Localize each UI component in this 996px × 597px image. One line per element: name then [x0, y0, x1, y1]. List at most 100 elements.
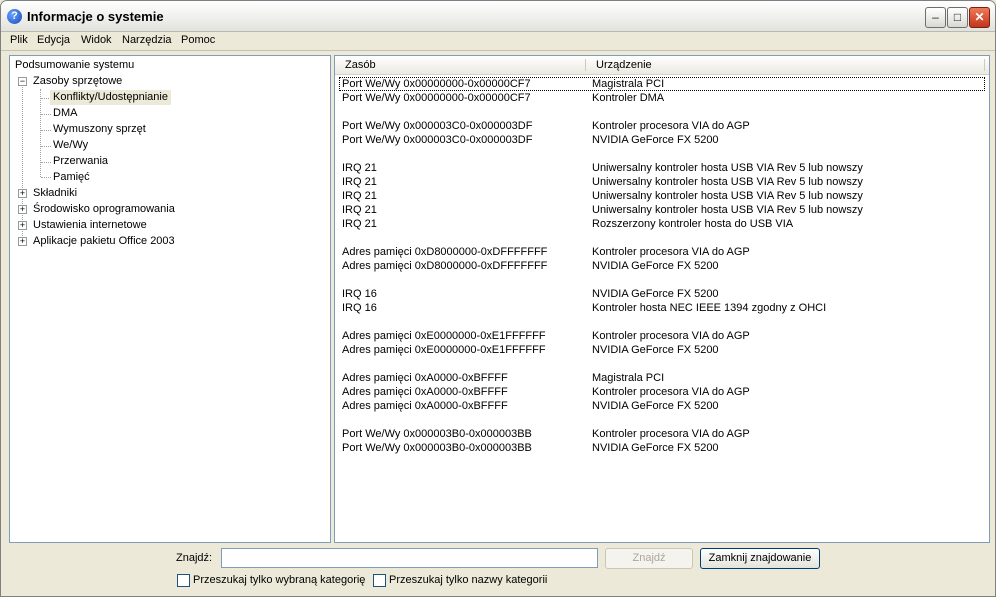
list-spacer-row[interactable]	[335, 231, 989, 245]
list-spacer-row[interactable]	[335, 413, 989, 427]
resource-cell: IRQ 21	[342, 190, 377, 202]
list-row[interactable]: Port We/Wy 0x00000000-0x00000CF7 Kontrole…	[335, 91, 989, 105]
resource-cell: Port We/Wy 0x000003B0-0x000003BB	[342, 442, 532, 454]
list-row[interactable]: Adres pamięci 0xA0000-0xBFFFF Kontroler p…	[335, 385, 989, 399]
menu-edycja[interactable]: Edycja	[37, 34, 70, 46]
list-row[interactable]: Adres pamięci 0xA0000-0xBFFFF NVIDIA GeFo…	[335, 399, 989, 413]
device-cell: Kontroler hosta NEC IEEE 1394 zgodny z O…	[592, 302, 827, 314]
list-header: Zasób Urządzenie	[335, 56, 989, 75]
resource-cell: Port We/Wy 0x000003C0-0x000003DF	[342, 134, 533, 146]
checkbox-label: Przeszukaj tylko nazwy kategorii	[389, 574, 548, 586]
list-row[interactable]: IRQ 16 NVIDIA GeForce FX 5200	[335, 287, 989, 301]
list-row[interactable]: Adres pamięci 0xE0000000-0xE1FFFFFF Kontr…	[335, 329, 989, 343]
resource-cell: Adres pamięci 0xD8000000-0xDFFFFFFF	[342, 246, 548, 258]
resource-cell: Adres pamięci 0xA0000-0xBFFFF	[342, 400, 508, 412]
list-row[interactable]: Adres pamięci 0xD8000000-0xDFFFFFFF Kontr…	[335, 245, 989, 259]
find-label: Znajdź:	[176, 552, 213, 564]
tree-item-system-summary[interactable]: Podsumowanie systemu	[15, 58, 134, 73]
list-row[interactable]: IRQ 21 Uniwersalny kontroler hosta USB VI…	[335, 175, 989, 189]
device-cell: Uniwersalny kontroler hosta USB VIA Rev …	[592, 176, 863, 188]
list-spacer-row[interactable]	[335, 273, 989, 287]
expand-icon[interactable]: +	[18, 221, 27, 230]
tree-connector	[41, 130, 51, 131]
details-list[interactable]: Zasób Urządzenie Port We/Wy 0x00000000-0…	[334, 55, 990, 543]
tree-connector	[41, 162, 51, 163]
close-button[interactable]: ✕	[969, 7, 990, 28]
device-cell: Kontroler procesora VIA do AGP	[592, 120, 750, 132]
resource-cell: Adres pamięci 0xE0000000-0xE1FFFFFF	[342, 344, 546, 356]
device-cell: Magistrala PCI	[592, 372, 665, 384]
device-cell: Kontroler procesora VIA do AGP	[592, 386, 750, 398]
tree-item-hardware-resources[interactable]: Zasoby sprzętowe	[33, 74, 122, 89]
tree-item-office-apps[interactable]: Aplikacje pakietu Office 2003	[33, 234, 175, 249]
tree-item-io[interactable]: We/Wy	[53, 138, 88, 153]
list-row[interactable]: Adres pamięci 0xA0000-0xBFFFF Magistrala …	[335, 371, 989, 385]
category-tree[interactable]: Podsumowanie systemu − Zasoby sprzętowe …	[9, 55, 331, 543]
column-separator[interactable]	[984, 59, 985, 71]
list-row[interactable]: Port We/Wy 0x000003C0-0x000003DF Kontrole…	[335, 119, 989, 133]
menu-bar: Plik Edycja Widok Narzędzia Pomoc	[1, 31, 995, 51]
list-row[interactable]: Adres pamięci 0xD8000000-0xDFFFFFFF NVIDI…	[335, 259, 989, 273]
resource-cell: IRQ 21	[342, 176, 377, 188]
expand-icon[interactable]: +	[18, 189, 27, 198]
help-question-icon: ?	[7, 9, 22, 24]
device-cell: Uniwersalny kontroler hosta USB VIA Rev …	[592, 162, 863, 174]
column-header-resource[interactable]: Zasób	[345, 59, 376, 71]
expand-icon[interactable]: +	[18, 237, 27, 246]
tree-connector	[41, 114, 51, 115]
device-cell: NVIDIA GeForce FX 5200	[592, 134, 719, 146]
menu-narzedzia[interactable]: Narzędzia	[122, 34, 172, 46]
close-find-button[interactable]: Zamknij znajdowanie	[700, 548, 820, 569]
resource-cell: IRQ 21	[342, 218, 377, 230]
menu-widok[interactable]: Widok	[81, 34, 112, 46]
collapse-icon[interactable]: −	[18, 77, 27, 86]
list-row[interactable]: Port We/Wy 0x000003B0-0x000003BB Kontrole…	[335, 427, 989, 441]
device-cell: NVIDIA GeForce FX 5200	[592, 260, 719, 272]
tree-item-forced-hardware[interactable]: Wymuszony sprzęt	[53, 122, 146, 137]
list-row[interactable]: Port We/Wy 0x000003B0-0x000003BB NVIDIA G…	[335, 441, 989, 455]
list-row[interactable]: IRQ 21 Uniwersalny kontroler hosta USB VI…	[335, 161, 989, 175]
resource-cell: IRQ 16	[342, 288, 377, 300]
tree-item-conflicts-sharing[interactable]: Konflikty/Udostępnianie	[50, 90, 171, 105]
system-information-window: ? Informacje o systemie – □ ✕ Plik Edycj…	[0, 0, 996, 597]
list-row[interactable]: Port We/Wy 0x00000000-0x00000CF7 Magistra…	[339, 77, 985, 91]
tree-item-internet-settings[interactable]: Ustawienia internetowe	[33, 218, 147, 233]
device-cell: NVIDIA GeForce FX 5200	[592, 344, 719, 356]
list-spacer-row[interactable]	[335, 147, 989, 161]
device-cell: NVIDIA GeForce FX 5200	[592, 400, 719, 412]
checkbox-box[interactable]	[373, 574, 386, 587]
device-cell: Magistrala PCI	[592, 78, 665, 90]
list-row[interactable]: IRQ 21 Rozszerzony kontroler hosta do USB…	[335, 217, 989, 231]
menu-pomoc[interactable]: Pomoc	[181, 34, 215, 46]
list-spacer-row[interactable]	[335, 357, 989, 371]
device-cell: Kontroler DMA	[592, 92, 665, 104]
tree-item-dma[interactable]: DMA	[53, 106, 77, 121]
tree-item-software-environment[interactable]: Środowisko oprogramowania	[33, 202, 175, 217]
minimize-button[interactable]: –	[925, 7, 946, 28]
tree-item-components[interactable]: Składniki	[33, 186, 77, 201]
find-button[interactable]: Znajdź	[605, 548, 693, 569]
list-row[interactable]: IRQ 16 Kontroler hosta NEC IEEE 1394 zgod…	[335, 301, 989, 315]
column-separator[interactable]	[585, 59, 586, 71]
list-row[interactable]: Port We/Wy 0x000003C0-0x000003DF NVIDIA G…	[335, 133, 989, 147]
list-row[interactable]: IRQ 21 Uniwersalny kontroler hosta USB VI…	[335, 189, 989, 203]
resource-cell: Port We/Wy 0x00000000-0x00000CF7	[342, 92, 531, 104]
column-header-device[interactable]: Urządzenie	[596, 59, 652, 71]
title-bar[interactable]: ? Informacje o systemie – □ ✕	[1, 1, 995, 32]
tree-item-memory[interactable]: Pamięć	[53, 170, 90, 185]
checkbox-box[interactable]	[177, 574, 190, 587]
list-spacer-row[interactable]	[335, 315, 989, 329]
menu-plik[interactable]: Plik	[10, 34, 28, 46]
maximize-button[interactable]: □	[947, 7, 968, 28]
tree-item-irqs[interactable]: Przerwania	[53, 154, 108, 169]
device-cell: Uniwersalny kontroler hosta USB VIA Rev …	[592, 204, 863, 216]
list-row[interactable]: Adres pamięci 0xE0000000-0xE1FFFFFF NVIDI…	[335, 343, 989, 357]
find-input[interactable]	[221, 548, 598, 568]
device-cell: NVIDIA GeForce FX 5200	[592, 288, 719, 300]
list-spacer-row[interactable]	[335, 105, 989, 119]
device-cell: Kontroler procesora VIA do AGP	[592, 330, 750, 342]
list-row[interactable]: IRQ 21 Uniwersalny kontroler hosta USB VI…	[335, 203, 989, 217]
device-cell: NVIDIA GeForce FX 5200	[592, 442, 719, 454]
resource-cell: Port We/Wy 0x000003C0-0x000003DF	[342, 120, 533, 132]
expand-icon[interactable]: +	[18, 205, 27, 214]
